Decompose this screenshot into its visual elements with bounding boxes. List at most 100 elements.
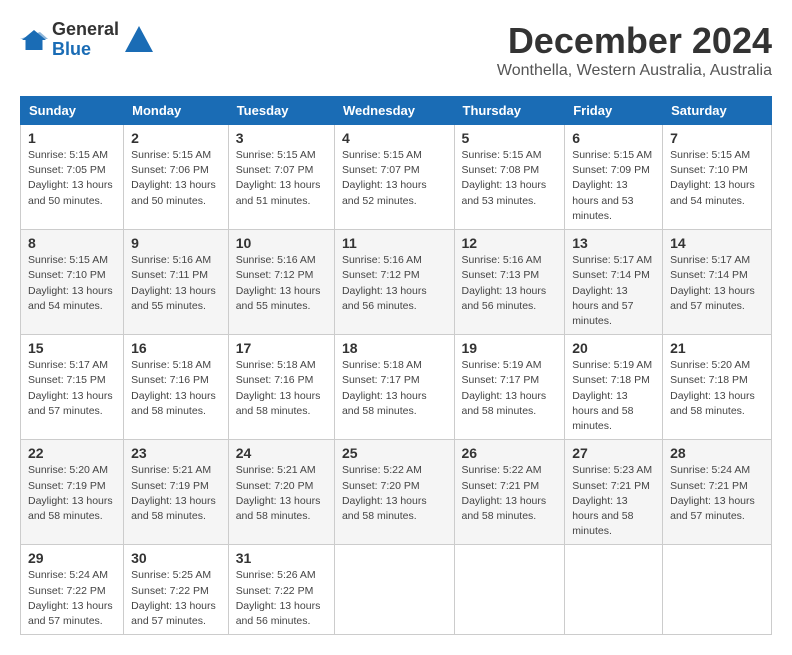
calendar-day-cell: 19 Sunrise: 5:19 AMSunset: 7:17 PMDaylig… (454, 335, 565, 440)
day-number: 21 (670, 340, 764, 356)
day-number: 8 (28, 235, 116, 251)
day-info: Sunrise: 5:23 AMSunset: 7:21 PMDaylight:… (572, 464, 652, 537)
day-number: 9 (131, 235, 221, 251)
header-monday: Monday (124, 97, 229, 125)
header-friday: Friday (565, 97, 663, 125)
day-number: 19 (462, 340, 558, 356)
day-info: Sunrise: 5:16 AMSunset: 7:12 PMDaylight:… (236, 254, 321, 312)
header-thursday: Thursday (454, 97, 565, 125)
day-info: Sunrise: 5:17 AMSunset: 7:14 PMDaylight:… (572, 254, 652, 327)
calendar-day-cell: 9 Sunrise: 5:16 AMSunset: 7:11 PMDayligh… (124, 230, 229, 335)
calendar-day-cell: 29 Sunrise: 5:24 AMSunset: 7:22 PMDaylig… (21, 545, 124, 635)
day-number: 14 (670, 235, 764, 251)
calendar-day-cell: 27 Sunrise: 5:23 AMSunset: 7:21 PMDaylig… (565, 440, 663, 545)
day-info: Sunrise: 5:20 AMSunset: 7:18 PMDaylight:… (670, 359, 755, 417)
calendar-day-cell: 30 Sunrise: 5:25 AMSunset: 7:22 PMDaylig… (124, 545, 229, 635)
header-row: Sunday Monday Tuesday Wednesday Thursday… (21, 97, 772, 125)
calendar-day-cell (454, 545, 565, 635)
calendar-day-cell: 10 Sunrise: 5:16 AMSunset: 7:12 PMDaylig… (228, 230, 334, 335)
calendar-day-cell: 20 Sunrise: 5:19 AMSunset: 7:18 PMDaylig… (565, 335, 663, 440)
subtitle: Wonthella, Western Australia, Australia (497, 62, 772, 80)
day-info: Sunrise: 5:18 AMSunset: 7:17 PMDaylight:… (342, 359, 427, 417)
day-info: Sunrise: 5:24 AMSunset: 7:22 PMDaylight:… (28, 569, 113, 627)
day-info: Sunrise: 5:15 AMSunset: 7:09 PMDaylight:… (572, 149, 652, 222)
logo-text: General Blue (52, 20, 119, 60)
day-info: Sunrise: 5:15 AMSunset: 7:07 PMDaylight:… (236, 149, 321, 207)
day-number: 7 (670, 130, 764, 146)
day-info: Sunrise: 5:25 AMSunset: 7:22 PMDaylight:… (131, 569, 216, 627)
calendar-day-cell: 12 Sunrise: 5:16 AMSunset: 7:13 PMDaylig… (454, 230, 565, 335)
header: General Blue December 2024 Wonthella, We… (20, 20, 772, 80)
day-info: Sunrise: 5:16 AMSunset: 7:13 PMDaylight:… (462, 254, 547, 312)
day-number: 16 (131, 340, 221, 356)
day-info: Sunrise: 5:16 AMSunset: 7:12 PMDaylight:… (342, 254, 427, 312)
day-number: 15 (28, 340, 116, 356)
day-number: 22 (28, 445, 116, 461)
day-info: Sunrise: 5:18 AMSunset: 7:16 PMDaylight:… (131, 359, 216, 417)
header-tuesday: Tuesday (228, 97, 334, 125)
calendar-day-cell: 8 Sunrise: 5:15 AMSunset: 7:10 PMDayligh… (21, 230, 124, 335)
calendar-table: Sunday Monday Tuesday Wednesday Thursday… (20, 96, 772, 635)
day-number: 25 (342, 445, 447, 461)
calendar-day-cell: 17 Sunrise: 5:18 AMSunset: 7:16 PMDaylig… (228, 335, 334, 440)
day-info: Sunrise: 5:21 AMSunset: 7:19 PMDaylight:… (131, 464, 216, 522)
day-info: Sunrise: 5:21 AMSunset: 7:20 PMDaylight:… (236, 464, 321, 522)
day-number: 28 (670, 445, 764, 461)
day-number: 6 (572, 130, 655, 146)
day-number: 11 (342, 235, 447, 251)
calendar-day-cell (565, 545, 663, 635)
calendar-day-cell: 24 Sunrise: 5:21 AMSunset: 7:20 PMDaylig… (228, 440, 334, 545)
logo-blue: Blue (52, 40, 119, 60)
day-number: 24 (236, 445, 327, 461)
day-number: 12 (462, 235, 558, 251)
title-section: December 2024 Wonthella, Western Austral… (497, 20, 772, 80)
day-number: 30 (131, 550, 221, 566)
calendar-week-row: 22 Sunrise: 5:20 AMSunset: 7:19 PMDaylig… (21, 440, 772, 545)
day-info: Sunrise: 5:18 AMSunset: 7:16 PMDaylight:… (236, 359, 321, 417)
day-info: Sunrise: 5:22 AMSunset: 7:20 PMDaylight:… (342, 464, 427, 522)
calendar-week-row: 29 Sunrise: 5:24 AMSunset: 7:22 PMDaylig… (21, 545, 772, 635)
day-info: Sunrise: 5:15 AMSunset: 7:05 PMDaylight:… (28, 149, 113, 207)
day-number: 29 (28, 550, 116, 566)
day-info: Sunrise: 5:19 AMSunset: 7:18 PMDaylight:… (572, 359, 652, 432)
day-info: Sunrise: 5:19 AMSunset: 7:17 PMDaylight:… (462, 359, 547, 417)
calendar-day-cell: 4 Sunrise: 5:15 AMSunset: 7:07 PMDayligh… (334, 125, 454, 230)
header-sunday: Sunday (21, 97, 124, 125)
calendar-day-cell: 7 Sunrise: 5:15 AMSunset: 7:10 PMDayligh… (663, 125, 772, 230)
calendar-day-cell: 18 Sunrise: 5:18 AMSunset: 7:17 PMDaylig… (334, 335, 454, 440)
day-info: Sunrise: 5:16 AMSunset: 7:11 PMDaylight:… (131, 254, 216, 312)
day-number: 20 (572, 340, 655, 356)
day-number: 1 (28, 130, 116, 146)
calendar-day-cell: 11 Sunrise: 5:16 AMSunset: 7:12 PMDaylig… (334, 230, 454, 335)
day-number: 10 (236, 235, 327, 251)
day-info: Sunrise: 5:15 AMSunset: 7:07 PMDaylight:… (342, 149, 427, 207)
header-wednesday: Wednesday (334, 97, 454, 125)
logo-icon (20, 26, 48, 54)
day-info: Sunrise: 5:15 AMSunset: 7:06 PMDaylight:… (131, 149, 216, 207)
calendar-day-cell: 26 Sunrise: 5:22 AMSunset: 7:21 PMDaylig… (454, 440, 565, 545)
day-info: Sunrise: 5:15 AMSunset: 7:08 PMDaylight:… (462, 149, 547, 207)
calendar-day-cell: 5 Sunrise: 5:15 AMSunset: 7:08 PMDayligh… (454, 125, 565, 230)
day-number: 27 (572, 445, 655, 461)
day-number: 26 (462, 445, 558, 461)
calendar-day-cell: 15 Sunrise: 5:17 AMSunset: 7:15 PMDaylig… (21, 335, 124, 440)
calendar-day-cell: 2 Sunrise: 5:15 AMSunset: 7:06 PMDayligh… (124, 125, 229, 230)
calendar-day-cell: 14 Sunrise: 5:17 AMSunset: 7:14 PMDaylig… (663, 230, 772, 335)
main-title: December 2024 (497, 20, 772, 62)
calendar-day-cell: 31 Sunrise: 5:26 AMSunset: 7:22 PMDaylig… (228, 545, 334, 635)
day-info: Sunrise: 5:20 AMSunset: 7:19 PMDaylight:… (28, 464, 113, 522)
day-number: 5 (462, 130, 558, 146)
day-number: 18 (342, 340, 447, 356)
calendar-day-cell: 13 Sunrise: 5:17 AMSunset: 7:14 PMDaylig… (565, 230, 663, 335)
calendar-day-cell: 28 Sunrise: 5:24 AMSunset: 7:21 PMDaylig… (663, 440, 772, 545)
header-saturday: Saturday (663, 97, 772, 125)
calendar-day-cell: 3 Sunrise: 5:15 AMSunset: 7:07 PMDayligh… (228, 125, 334, 230)
calendar-week-row: 8 Sunrise: 5:15 AMSunset: 7:10 PMDayligh… (21, 230, 772, 335)
calendar-day-cell: 1 Sunrise: 5:15 AMSunset: 7:05 PMDayligh… (21, 125, 124, 230)
day-info: Sunrise: 5:17 AMSunset: 7:14 PMDaylight:… (670, 254, 755, 312)
day-number: 13 (572, 235, 655, 251)
day-info: Sunrise: 5:24 AMSunset: 7:21 PMDaylight:… (670, 464, 755, 522)
day-number: 31 (236, 550, 327, 566)
logo-shape-icon (123, 24, 155, 56)
logo-general: General (52, 20, 119, 40)
